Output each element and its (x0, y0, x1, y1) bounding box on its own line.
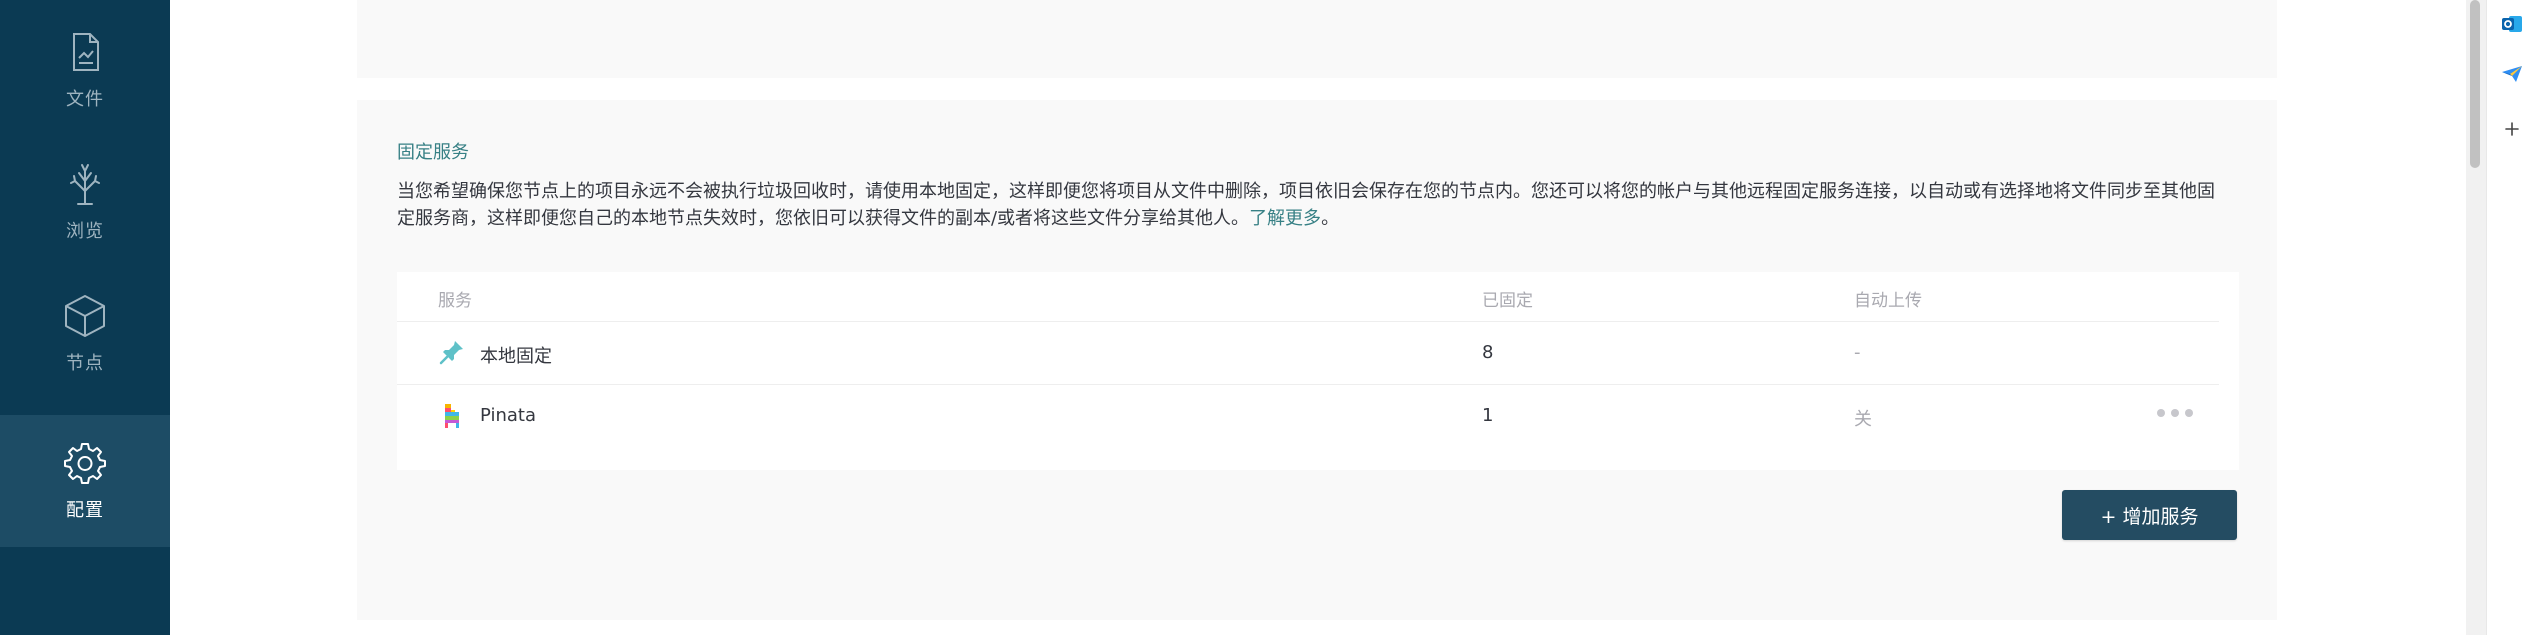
cube-icon (62, 293, 108, 339)
pin-icon (437, 337, 467, 367)
sidebar-item-peers[interactable]: 节点 (0, 268, 170, 400)
sidebar: 文件 浏览 节点 配置 (0, 0, 170, 635)
tree-icon (62, 161, 108, 207)
pinning-services-card: 固定服务 当您希望确保您节点上的项目永远不会被执行垃圾回收时，请使用本地固定，这… (357, 100, 2277, 620)
pinned-count: 8 (1482, 342, 1494, 363)
sidebar-item-label: 配置 (66, 500, 104, 521)
table-row: 本地固定 8 - (397, 322, 2219, 385)
add-service-button[interactable]: + 增加服务 (2062, 490, 2237, 540)
section-description: 当您希望确保您节点上的项目永远不会被执行垃圾回收时，请使用本地固定，这样即便您将… (397, 178, 2217, 232)
sidebar-item-files[interactable]: 文件 (0, 4, 170, 136)
sidebar-item-label: 节点 (66, 353, 104, 374)
sidebar-item-explore[interactable]: 浏览 (0, 136, 170, 268)
pinata-icon (437, 400, 467, 430)
column-header-service[interactable]: 服务 (438, 286, 472, 311)
file-icon (62, 29, 108, 75)
outlook-icon[interactable] (2500, 12, 2524, 36)
column-header-auto-upload[interactable]: 自动上传 (1854, 286, 1922, 311)
sidebar-item-label: 文件 (66, 89, 104, 110)
sidebar-item-settings[interactable]: 配置 (0, 415, 170, 547)
column-header-pinned[interactable]: 已固定 (1482, 286, 1533, 311)
table-row: Pinata 1 关 (397, 385, 2219, 447)
service-name: Pinata (480, 405, 536, 426)
table-header: 服务 已固定 自动上传 (397, 272, 2219, 322)
previous-section-card (357, 0, 2277, 78)
scrollbar-thumb[interactable] (2470, 0, 2480, 168)
gear-icon (62, 440, 108, 486)
plus-icon[interactable] (2500, 117, 2524, 141)
services-table: 服务 已固定 自动上传 本地固定 8 - Pinata 1 关 (397, 272, 2239, 470)
paper-plane-icon[interactable] (2500, 62, 2524, 86)
scrollbar[interactable] (2466, 0, 2486, 635)
auto-upload-status: - (1854, 342, 1861, 363)
description-period: 。 (1321, 208, 1340, 229)
auto-upload-status: 关 (1854, 409, 1872, 430)
learn-more-link[interactable]: 了解更多 (1249, 208, 1321, 229)
sidebar-item-label: 浏览 (66, 221, 104, 242)
service-name: 本地固定 (480, 346, 552, 367)
section-title: 固定服务 (397, 142, 469, 163)
pinned-count: 1 (1482, 405, 1494, 426)
browser-edge-bar (2486, 0, 2536, 635)
more-options-icon[interactable] (2157, 403, 2193, 423)
